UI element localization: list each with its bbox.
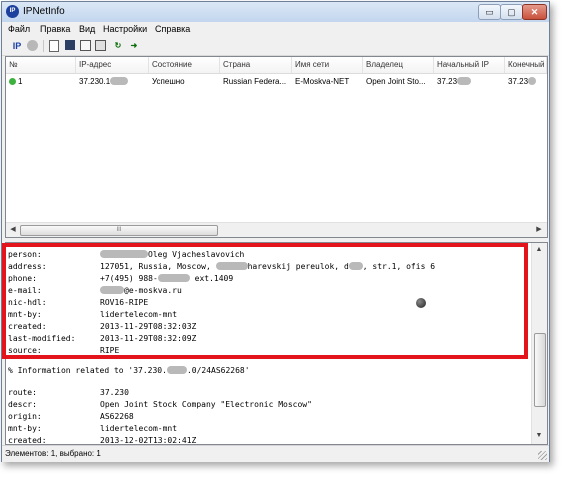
row-status: Успешно xyxy=(152,77,185,86)
ip-icon[interactable]: IP xyxy=(10,40,24,52)
scroll-up-arrow[interactable]: ▲ xyxy=(533,244,545,256)
app-window: IP IPNetInfo ▭ ▢ ✕ Файл Правка Вид Настр… xyxy=(1,1,550,462)
row-number: 1 xyxy=(6,74,76,89)
whois-line: descr: Open Joint Stock Company "Electron… xyxy=(8,400,312,409)
save-icon[interactable] xyxy=(65,40,75,50)
list-header: № IP-адрес Состояние Страна Имя сети Вла… xyxy=(6,57,547,74)
row-end-ip: 37.23 xyxy=(505,74,547,89)
whois-info-line: % Information related to '37.230. .0/24AS… xyxy=(8,366,250,375)
document-icon[interactable] xyxy=(49,40,59,52)
column-ip[interactable]: IP-адрес xyxy=(76,57,149,73)
resize-grip[interactable] xyxy=(538,451,547,460)
scroll-thumb[interactable] xyxy=(534,333,546,407)
exit-icon[interactable]: ➜ xyxy=(128,40,140,52)
maximize-button[interactable]: ▢ xyxy=(500,4,523,20)
whois-line: route: 37.230 xyxy=(8,388,129,397)
redacted-blur xyxy=(528,77,537,85)
status-bar: Элементов: 1, выбрано: 1 xyxy=(2,445,549,462)
window-title: IPNetInfo xyxy=(23,6,65,17)
menu-bar: Файл Правка Вид Настройки Справка xyxy=(2,22,549,37)
menu-file[interactable]: Файл xyxy=(8,24,30,34)
scroll-thumb[interactable]: III xyxy=(20,225,218,236)
copy-icon[interactable] xyxy=(80,40,91,51)
vertical-scrollbar[interactable]: ▲ ▼ xyxy=(531,243,547,444)
cursor-dot xyxy=(416,298,426,308)
scroll-down-arrow[interactable]: ▼ xyxy=(533,430,545,442)
close-button[interactable]: ✕ xyxy=(522,4,547,20)
menu-help[interactable]: Справка xyxy=(155,24,190,34)
column-owner[interactable]: Владелец xyxy=(363,57,434,73)
results-list[interactable]: № IP-адрес Состояние Страна Имя сети Вла… xyxy=(5,56,548,238)
whois-line: created: 2013-12-02T13:02:41Z xyxy=(8,436,197,445)
toolbar-separator xyxy=(43,40,44,52)
column-end-ip[interactable]: Конечный xyxy=(505,57,547,73)
redacted-blur xyxy=(166,366,187,374)
title-bar[interactable]: IP IPNetInfo ▭ ▢ ✕ xyxy=(2,2,549,22)
scroll-right-arrow[interactable]: ▶ xyxy=(533,224,545,236)
status-text: Элементов: 1, выбрано: 1 xyxy=(5,449,101,458)
minimize-button[interactable]: ▭ xyxy=(478,4,501,20)
row-network: E-Moskva-NET xyxy=(295,77,350,86)
horizontal-scrollbar[interactable]: ◀ III ▶ xyxy=(6,222,547,237)
row-owner: Open Joint Sto... xyxy=(366,77,426,86)
column-start-ip[interactable]: Начальный IP xyxy=(434,57,505,73)
menu-edit[interactable]: Правка xyxy=(40,24,70,34)
column-number[interactable]: № xyxy=(6,57,76,73)
app-icon: IP xyxy=(6,5,19,18)
globe-icon[interactable] xyxy=(27,40,38,51)
whois-line: origin: AS62268 xyxy=(8,412,134,421)
toolbar: IP ↻ ➜ xyxy=(2,37,549,56)
menu-view[interactable]: Вид xyxy=(79,24,95,34)
red-highlight-box xyxy=(2,243,528,359)
status-icon xyxy=(9,78,16,85)
column-network[interactable]: Имя сети xyxy=(292,57,363,73)
options-icon[interactable] xyxy=(95,40,106,51)
menu-settings[interactable]: Настройки xyxy=(103,24,147,34)
table-row[interactable]: 1 37.230.1 Успешно Russian Federa... E-M… xyxy=(6,74,547,89)
column-country[interactable]: Страна xyxy=(220,57,292,73)
column-status[interactable]: Состояние xyxy=(149,57,220,73)
refresh-icon[interactable]: ↻ xyxy=(112,40,124,52)
row-ip: 37.230.1 xyxy=(76,74,149,89)
row-country: Russian Federa... xyxy=(223,77,287,86)
whois-line: mnt-by: lidertelecom-mnt xyxy=(8,424,178,433)
redacted-blur xyxy=(110,77,129,85)
row-start-ip: 37.23 xyxy=(434,74,505,89)
scroll-left-arrow[interactable]: ◀ xyxy=(7,224,19,236)
redacted-blur xyxy=(457,77,472,85)
